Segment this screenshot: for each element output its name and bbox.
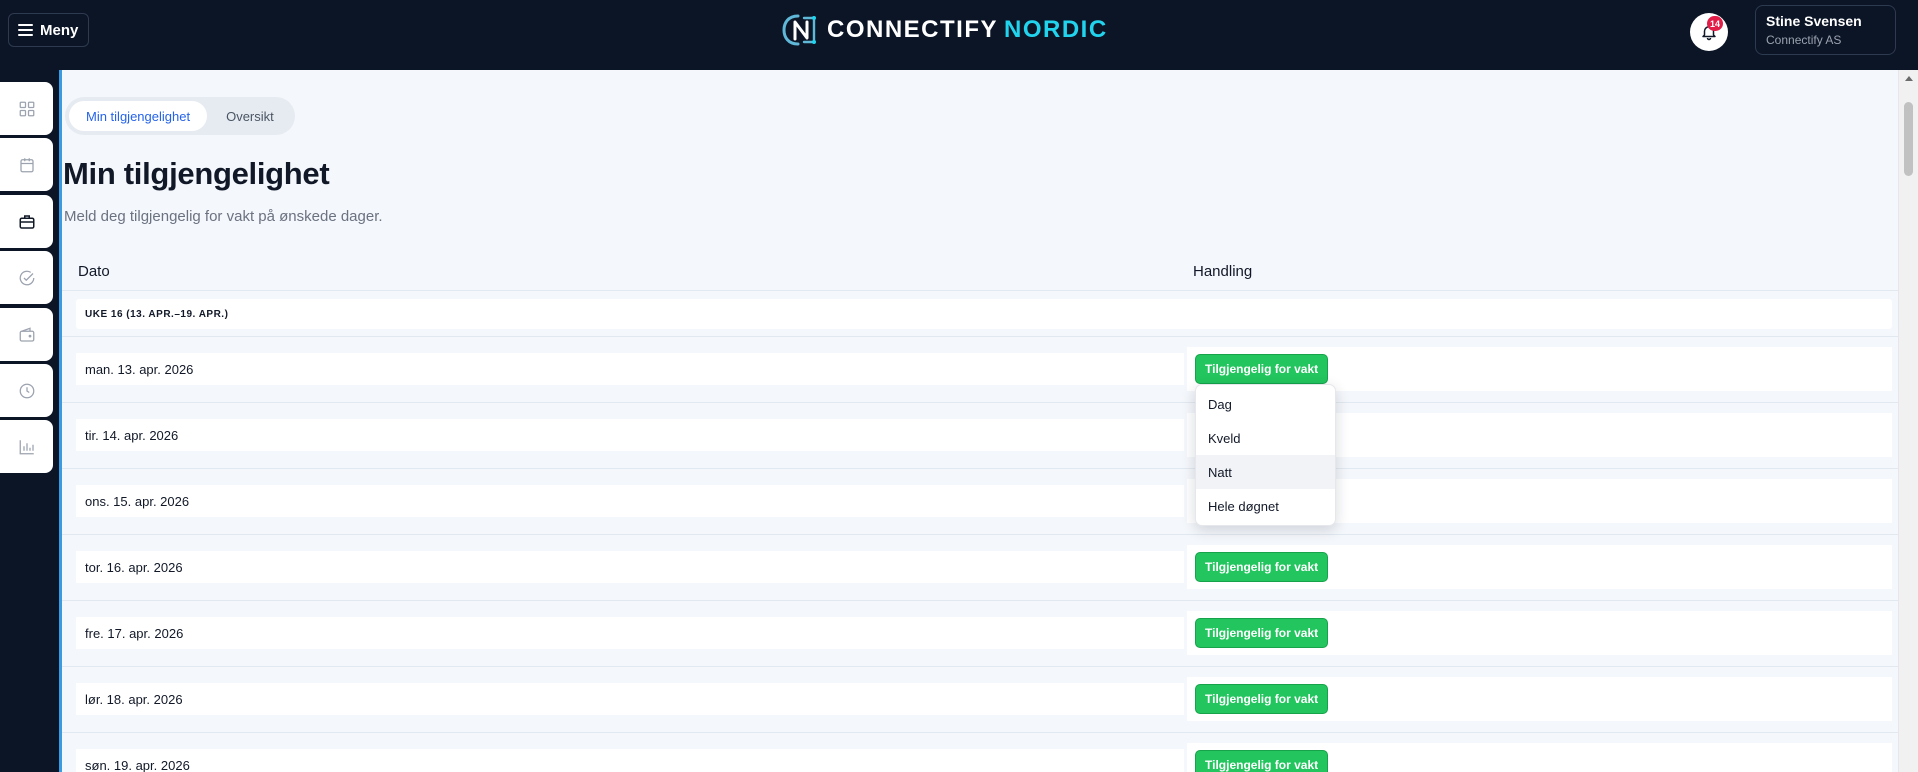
action-cell: Tilgjengelig for vakt	[1187, 743, 1892, 772]
dropdown-option-kveld[interactable]: Kveld	[1196, 421, 1335, 455]
date-cell: tir. 14. apr. 2026	[76, 419, 1184, 451]
tab-min-tilgjengelighet[interactable]: Min tilgjengelighet	[69, 101, 208, 131]
user-company: Connectify AS	[1766, 33, 1842, 47]
user-menu[interactable]: Stine Svensen Connectify AS	[1755, 5, 1896, 55]
table-row: tor. 16. apr. 2026 Tilgjengelig for vakt	[62, 535, 1898, 601]
calendar-icon	[19, 157, 34, 172]
scroll-thumb[interactable]	[1904, 102, 1913, 176]
dropdown-option-hele-dognet[interactable]: Hele døgnet	[1196, 489, 1335, 523]
tab-oversikt[interactable]: Oversikt	[209, 101, 291, 131]
action-cell: Tilgjengelig for vakt	[1187, 611, 1892, 655]
sidebar-item-dashboard[interactable]	[0, 82, 53, 135]
brand-name-accent: NORDIC	[1004, 16, 1108, 43]
available-for-shift-button[interactable]: Tilgjengelig for vakt	[1195, 354, 1329, 384]
sidebar-item-timesheet[interactable]	[0, 364, 53, 417]
grid-icon	[19, 101, 34, 116]
briefcase-icon	[19, 214, 34, 229]
date-cell: lør. 18. apr. 2026	[76, 683, 1184, 715]
scroll-up-arrow-icon[interactable]	[1905, 76, 1913, 81]
sidebar-item-shifts[interactable]	[0, 195, 53, 248]
sidebar-item-reports[interactable]	[0, 420, 53, 473]
week-group-row: UKE 16 (13. APR.–19. APR.)	[62, 291, 1898, 337]
table-header: Dato Handling	[62, 251, 1898, 291]
sidebar-item-payroll[interactable]	[0, 308, 53, 361]
available-for-shift-button[interactable]: Tilgjengelig for vakt	[1195, 552, 1329, 582]
available-for-shift-button[interactable]: Tilgjengelig for vakt	[1195, 684, 1329, 714]
action-cell: Tilgjengelig for vakt	[1187, 545, 1892, 589]
brand-name-main: CONNECTIFY	[827, 16, 998, 43]
sidebar-item-calendar[interactable]	[0, 138, 53, 191]
wallet-icon	[19, 326, 34, 342]
date-cell: tor. 16. apr. 2026	[76, 551, 1184, 583]
sidebar-item-approvals[interactable]	[0, 251, 53, 304]
table-row: tir. 14. apr. 2026	[62, 403, 1898, 469]
available-for-shift-button[interactable]: Tilgjengelig for vakt	[1195, 618, 1329, 648]
table-row: ons. 15. apr. 2026	[62, 469, 1898, 535]
menu-label: Meny	[40, 21, 79, 39]
brand-logo[interactable]: CONNECTIFY NORDIC	[781, 13, 1108, 47]
notification-count-badge: 14	[1707, 16, 1724, 31]
available-for-shift-button[interactable]: Tilgjengelig for vakt	[1195, 750, 1329, 772]
menu-button[interactable]: Meny	[8, 13, 89, 47]
bar-chart-icon	[19, 439, 34, 454]
dropdown-option-natt[interactable]: Natt	[1196, 455, 1335, 489]
clock-icon	[19, 383, 34, 398]
date-cell: søn. 19. apr. 2026	[76, 749, 1184, 772]
page-subtitle: Meld deg tilgjengelig for vakt på ønsked…	[64, 208, 383, 225]
brand-name: CONNECTIFY NORDIC	[827, 16, 1108, 44]
vertical-scrollbar[interactable]	[1898, 70, 1918, 772]
date-cell: ons. 15. apr. 2026	[76, 485, 1184, 517]
table-row: søn. 19. apr. 2026 Tilgjengelig for vakt	[62, 733, 1898, 772]
table-row: lør. 18. apr. 2026 Tilgjengelig for vakt	[62, 667, 1898, 733]
check-circle-icon	[19, 270, 34, 285]
dropdown-option-dag[interactable]: Dag	[1196, 387, 1335, 421]
action-cell: Tilgjengelig for vakt	[1187, 677, 1892, 721]
top-bar: Meny CONNECTIFY NORDIC 14 Stine Svensen C…	[0, 0, 1918, 70]
user-name: Stine Svensen	[1766, 13, 1862, 29]
date-cell: fre. 17. apr. 2026	[76, 617, 1184, 649]
column-header-dato: Dato	[78, 263, 110, 280]
shift-type-dropdown: Dag Kveld Natt Hele døgnet	[1195, 384, 1336, 526]
table-row: man. 13. apr. 2026 Tilgjengelig for vakt	[62, 337, 1898, 403]
hamburger-icon	[18, 24, 33, 36]
connectify-logo-icon	[782, 14, 816, 46]
main-content: Min tilgjengelighet Oversikt Min tilgjen…	[62, 70, 1898, 772]
table-row: fre. 17. apr. 2026 Tilgjengelig for vakt	[62, 601, 1898, 667]
column-header-handling: Handling	[1193, 263, 1253, 280]
week-label: UKE 16 (13. APR.–19. APR.)	[76, 299, 1892, 329]
view-tabs: Min tilgjengelighet Oversikt	[65, 97, 295, 135]
date-cell: man. 13. apr. 2026	[76, 353, 1184, 385]
page-title: Min tilgjengelighet	[63, 156, 330, 191]
